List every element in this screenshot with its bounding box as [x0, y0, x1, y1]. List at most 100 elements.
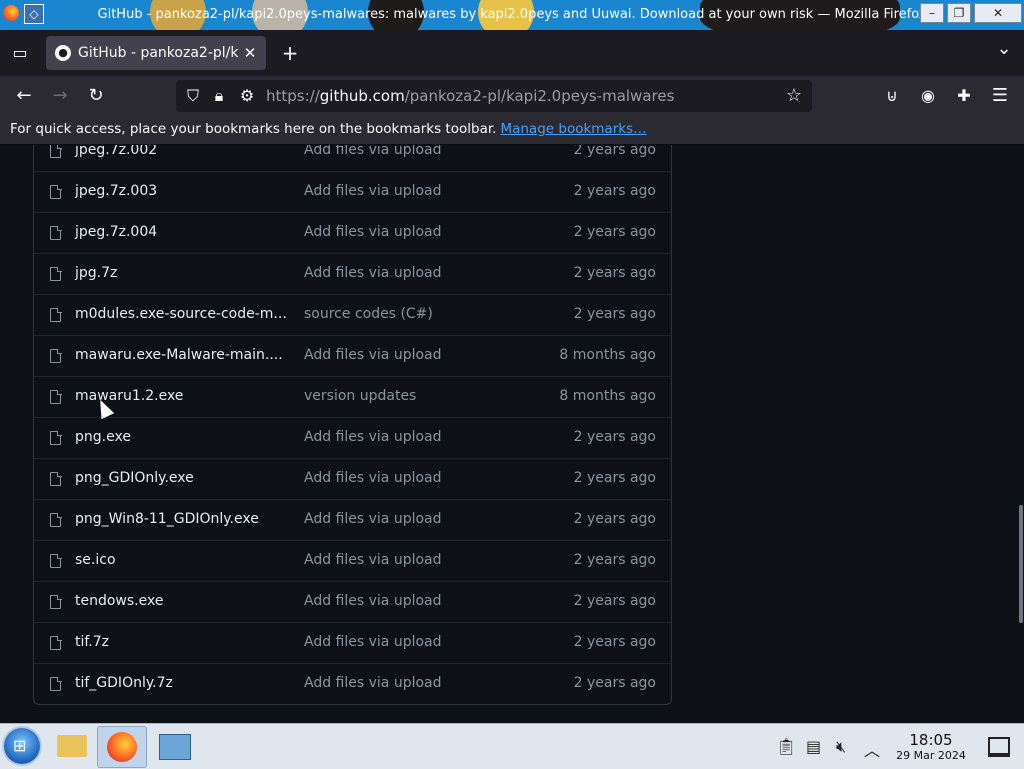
file-name-link[interactable]: tif_GDIOnly.7z: [75, 675, 173, 691]
taskbar-firefox[interactable]: [97, 726, 147, 768]
url-prefix: https://: [266, 87, 320, 105]
file-name-link[interactable]: tendows.exe: [75, 593, 163, 609]
bookmarks-toolbar: For quick access, place your bookmarks h…: [0, 116, 1024, 145]
file-name-link[interactable]: mawaru1.2.exe: [75, 388, 183, 404]
file-row[interactable]: mawaru.exe-Malware-main.... Add files via…: [34, 335, 671, 376]
file-name-link[interactable]: png_GDIOnly.exe: [75, 470, 194, 486]
minimize-button[interactable]: –: [920, 3, 944, 23]
tab-github[interactable]: ● GitHub - pankoza2-pl/kapi2.0peys-malwa…: [46, 36, 266, 70]
maximize-button[interactable]: ❐: [947, 3, 971, 23]
commit-message-link[interactable]: Add files via upload: [304, 224, 442, 240]
commit-message-link[interactable]: Add files via upload: [304, 347, 442, 363]
reload-icon: ↻: [88, 85, 104, 106]
commit-age: 2 years ago: [573, 593, 656, 609]
file-row[interactable]: jpeg.7z.002 Add files via upload 2 years a…: [34, 145, 671, 171]
file-icon: [50, 389, 62, 404]
file-name-link[interactable]: png_Win8-11_GDIOnly.exe: [75, 511, 259, 527]
url-text[interactable]: https://github.com/pankoza2-pl/kapi2.0pe…: [266, 87, 674, 105]
file-row[interactable]: tif.7z Add files via upload 2 years ago: [34, 622, 671, 663]
start-button[interactable]: ⊞: [4, 728, 40, 764]
commit-message-link[interactable]: Add files via upload: [304, 634, 442, 650]
folder-icon: [57, 735, 87, 757]
list-all-tabs-button[interactable]: ⌄: [994, 38, 1014, 59]
pocket-icon[interactable]: ⊍: [882, 86, 902, 105]
commit-message-link[interactable]: Add files via upload: [304, 511, 442, 527]
file-name-link[interactable]: jpeg.7z.004: [75, 224, 157, 240]
commit-message-link[interactable]: Add files via upload: [304, 429, 442, 445]
file-list: jpeg.7z.002 Add files via upload 2 years a…: [33, 145, 672, 705]
file-icon: [50, 307, 62, 322]
url-bar[interactable]: ⛉ 🔒︎ ⚙ https://github.com/pankoza2-pl/ka…: [176, 80, 812, 112]
file-name-link[interactable]: jpg.7z: [75, 265, 117, 281]
file-row[interactable]: m0dules.exe-source-code-m... source codes…: [34, 294, 671, 335]
reload-button[interactable]: ↻: [86, 85, 106, 106]
file-name-link[interactable]: se.ico: [75, 552, 116, 568]
chevron-up-icon[interactable]: ︿: [864, 737, 880, 761]
file-row[interactable]: tif_GDIOnly.7z Add files via upload 2 year…: [34, 663, 671, 704]
page-scrollbar[interactable]: [1019, 505, 1023, 623]
lock-icon[interactable]: 🔒︎: [210, 86, 228, 106]
window-title-bar: ◇ GitHub - pankoza2-pl/kapi2.0peys-malwa…: [0, 0, 1024, 30]
window-title: GitHub - pankoza2-pl/kapi2.0peys-malware…: [97, 7, 927, 22]
commit-age: 2 years ago: [573, 306, 656, 322]
commit-message-link[interactable]: source codes (C#): [304, 306, 433, 322]
file-row[interactable]: jpeg.7z.003 Add files via upload 2 years a…: [34, 171, 671, 212]
commit-message-link[interactable]: Add files via upload: [304, 183, 442, 199]
windows-logo-icon: ⊞: [13, 736, 27, 755]
battery-icon[interactable]: ▤: [806, 737, 821, 756]
file-name-link[interactable]: jpeg.7z.002: [75, 145, 157, 158]
commit-age: 2 years ago: [573, 470, 656, 486]
clipboard-icon[interactable]: 📋︎: [776, 737, 796, 756]
commit-age: 2 years ago: [573, 224, 656, 240]
tab-strip: ▭ ● GitHub - pankoza2-pl/kapi2.0peys-mal…: [0, 30, 1024, 76]
tab-close-button[interactable]: ✕: [240, 43, 260, 63]
file-row[interactable]: se.ico Add files via upload 2 years ago: [34, 540, 671, 581]
file-row[interactable]: png.exe Add files via upload 2 years ago: [34, 417, 671, 458]
file-row[interactable]: png_GDIOnly.exe Add files via upload 2 yea…: [34, 458, 671, 499]
file-name-link[interactable]: png.exe: [75, 429, 131, 445]
file-name-link[interactable]: mawaru.exe-Malware-main....: [75, 347, 283, 363]
file-icon: [50, 266, 62, 281]
account-icon[interactable]: ◉: [918, 86, 938, 105]
forward-button[interactable]: →: [50, 85, 70, 106]
back-button[interactable]: ←: [14, 85, 34, 106]
file-name-link[interactable]: tif.7z: [75, 634, 109, 650]
commit-message-link[interactable]: Add files via upload: [304, 675, 442, 691]
commit-message-link[interactable]: version updates: [304, 388, 416, 404]
new-tab-button[interactable]: +: [280, 41, 300, 65]
file-name-link[interactable]: jpeg.7z.003: [75, 183, 157, 199]
file-row[interactable]: png_Win8-11_GDIOnly.exe Add files via upl…: [34, 499, 671, 540]
commit-message-link[interactable]: Add files via upload: [304, 593, 442, 609]
commit-age: 2 years ago: [573, 675, 656, 691]
taskbar-control-panel[interactable]: [150, 726, 198, 766]
file-row[interactable]: mawaru1.2.exe version updates 8 months ago: [34, 376, 671, 417]
close-window-button[interactable]: ✕: [974, 3, 1022, 23]
commit-age: 2 years ago: [573, 552, 656, 568]
file-icon: [50, 594, 62, 609]
commit-age: 8 months ago: [559, 347, 656, 363]
commit-message-link[interactable]: Add files via upload: [304, 145, 442, 158]
taskbar: ⊞ 📋︎ ▤ 🔇︎ ︿ 18:05 29 Mar 2024: [0, 723, 1024, 769]
show-desktop-button[interactable]: [988, 737, 1010, 757]
volume-muted-icon[interactable]: 🔇︎: [836, 737, 846, 757]
file-name-link[interactable]: m0dules.exe-source-code-m...: [75, 306, 287, 322]
bookmark-star-icon[interactable]: ☆: [784, 85, 804, 106]
commit-message-link[interactable]: Add files via upload: [304, 470, 442, 486]
file-row[interactable]: jpeg.7z.004 Add files via upload 2 years a…: [34, 212, 671, 253]
taskbar-file-explorer[interactable]: [48, 726, 96, 766]
commit-message-link[interactable]: Add files via upload: [304, 265, 442, 281]
file-icon: [50, 553, 62, 568]
firefox-view-button[interactable]: ▭: [10, 43, 30, 62]
file-row[interactable]: jpg.7z Add files via upload 2 years ago: [34, 253, 671, 294]
commit-age: 2 years ago: [573, 145, 656, 158]
clock[interactable]: 18:05 29 Mar 2024: [886, 731, 976, 762]
file-icon: [50, 348, 62, 363]
shield-icon[interactable]: ⛉: [184, 86, 202, 106]
file-row[interactable]: tendows.exe Add files via upload 2 years a…: [34, 581, 671, 622]
extensions-icon[interactable]: ✚: [954, 86, 974, 105]
manage-bookmarks-link[interactable]: Manage bookmarks…: [500, 121, 646, 137]
menu-icon[interactable]: ☰: [990, 85, 1010, 106]
permissions-icon[interactable]: ⚙: [238, 86, 256, 105]
commit-message-link[interactable]: Add files via upload: [304, 552, 442, 568]
commit-age: 2 years ago: [573, 429, 656, 445]
